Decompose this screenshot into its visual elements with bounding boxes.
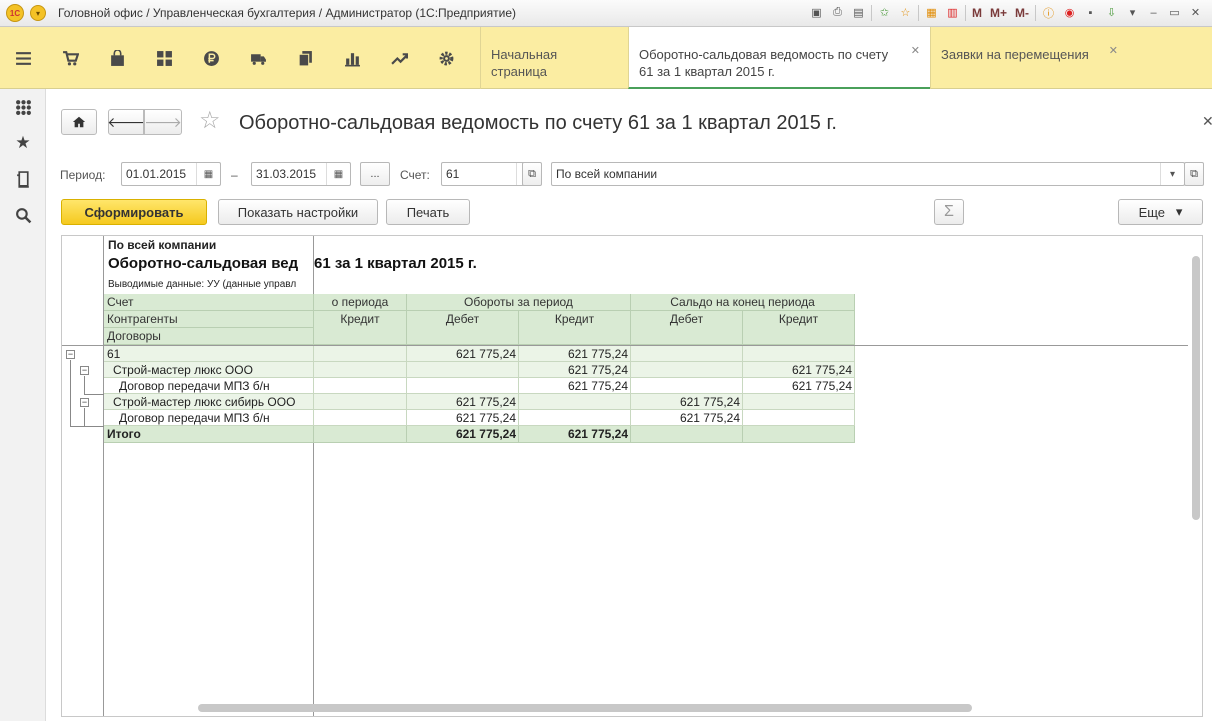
window-title: Головной офис / Управленческая бухгалтер… [58, 6, 517, 20]
header-turnover: Обороты за период [407, 294, 631, 311]
collapse-toggle[interactable]: − [80, 398, 89, 407]
header-turn-credit: Кредит [519, 311, 631, 345]
close-form-icon[interactable]: ✕ [1202, 113, 1212, 130]
record-icon[interactable]: ◉ [1061, 4, 1078, 21]
period-label: Период: [60, 168, 106, 182]
tab-label: Заявки на перемещения [941, 47, 1089, 62]
chevron-down-icon[interactable]: ▾ [1160, 163, 1184, 185]
ruble-icon[interactable] [188, 32, 235, 84]
header-start-period: о периода [314, 294, 407, 311]
horizontal-scrollbar[interactable] [198, 704, 972, 712]
header-contracts: Договоры [104, 328, 314, 345]
report-note: Выводимые данные: УУ (данные управл [108, 279, 297, 290]
sections-panel: Начальная страница Оборотно-сальдовая ве… [0, 27, 1212, 89]
home-button[interactable] [61, 109, 97, 135]
titlebar-tools: ▣ ⎙ ▤ ✩ ☆ ▦ ▥ M M+ M- ⓘ ◉ ▪ ⇩ ▾ – ▭ ✕ [808, 4, 1204, 21]
account-label: Счет: [400, 168, 430, 182]
print-button[interactable]: Печать [386, 199, 470, 225]
save-icon[interactable]: ▣ [808, 4, 825, 21]
apps-grid-icon[interactable] [0, 89, 46, 125]
date-from-field[interactable]: 01.01.2015 ▦ [121, 162, 221, 186]
tab-transfer-requests[interactable]: Заявки на перемещения ✕ [930, 27, 1128, 89]
stop-icon[interactable]: ▪ [1082, 4, 1099, 21]
header-start-credit: Кредит [314, 311, 407, 345]
close-window-icon[interactable]: ✕ [1187, 4, 1204, 21]
favorites-star-icon[interactable]: ★ [0, 125, 46, 161]
tab-close-icon[interactable]: ✕ [1109, 43, 1118, 60]
history-icon[interactable] [0, 161, 46, 197]
header-end-debit: Дебет [631, 311, 743, 345]
tab-label: Оборотно-сальдовая ведомость по счету 61… [639, 47, 889, 79]
period-select-button[interactable]: ... [360, 162, 390, 186]
bar-chart-icon[interactable] [329, 32, 376, 84]
chevron-down-icon: ▾ [1175, 204, 1183, 219]
show-settings-button[interactable]: Показать настройки [218, 199, 378, 225]
memory-button[interactable]: M [970, 4, 984, 21]
header-counterparties: Контрагенты [104, 311, 314, 328]
app-logo-icon[interactable]: 1С [6, 4, 24, 22]
back-button[interactable]: 🡐 [107, 109, 145, 135]
download-icon[interactable]: ⇩ [1103, 4, 1120, 21]
sum-button[interactable]: Σ [934, 199, 964, 225]
report-title: Оборотно-сальдовая вед 61 за 1 квартал 20… [108, 255, 477, 272]
collapse-toggle[interactable]: − [66, 350, 75, 359]
tools-panel: ★ [0, 89, 46, 721]
report-company: По всей компании [108, 238, 217, 252]
trend-icon[interactable] [376, 32, 423, 84]
cart-icon[interactable] [47, 32, 94, 84]
forward-button[interactable]: 🡒 [144, 109, 182, 135]
page-title: Оборотно-сальдовая ведомость по счету 61… [239, 112, 837, 134]
main-content: 🡐 🡒 ☆ Оборотно-сальдовая ведомость по сч… [47, 89, 1212, 721]
total-row-name[interactable]: Итого [104, 426, 314, 443]
table-row-name[interactable]: Договор передачи МПЗ б/н [104, 378, 314, 394]
tab-home[interactable]: Начальная страница [480, 27, 628, 89]
calculator-icon[interactable]: ▦ [923, 4, 940, 21]
calendar-icon[interactable]: ▥ [944, 4, 961, 21]
gear-icon[interactable] [423, 32, 470, 84]
main-menu-icon[interactable]: ▾ [30, 5, 46, 21]
dropdown-icon[interactable]: ▾ [1124, 4, 1141, 21]
info-icon[interactable]: ⓘ [1040, 4, 1057, 21]
window-titlebar: 1С ▾ Головной офис / Управленческая бухг… [0, 0, 1212, 27]
warehouse-icon[interactable] [141, 32, 188, 84]
company-field[interactable]: По всей компании ▾ [551, 162, 1185, 186]
header-end-credit: Кредит [743, 311, 855, 345]
memory-plus-button[interactable]: M+ [988, 4, 1009, 21]
vertical-scrollbar[interactable] [1192, 256, 1200, 520]
search-icon[interactable] [0, 197, 46, 233]
open-account-icon[interactable]: ⧉ [522, 162, 542, 186]
documents-icon[interactable] [282, 32, 329, 84]
table-row-name[interactable]: Строй-мастер люкс сибирь ООО [104, 394, 314, 410]
menu-icon[interactable] [0, 32, 47, 84]
favorites-icon[interactable]: ☆ [897, 4, 914, 21]
collapse-toggle[interactable]: − [80, 366, 89, 375]
shopping-bag-icon[interactable] [94, 32, 141, 84]
table-row-name[interactable]: 61 [104, 346, 314, 362]
tab-close-icon[interactable]: ✕ [911, 43, 920, 60]
report-spreadsheet[interactable]: По всей компании Оборотно-сальдовая вед 6… [61, 235, 1203, 717]
open-company-icon[interactable]: ⧉ [1184, 162, 1204, 186]
minimize-icon[interactable]: – [1145, 4, 1162, 21]
header-account: Счет [104, 294, 314, 311]
calendar-icon[interactable]: ▦ [196, 163, 220, 185]
more-button[interactable]: Еще ▾ [1118, 199, 1203, 225]
truck-icon[interactable] [235, 32, 282, 84]
period-dash: – [231, 168, 238, 182]
memory-minus-button[interactable]: M- [1013, 4, 1031, 21]
maximize-icon[interactable]: ▭ [1166, 4, 1183, 21]
generate-button[interactable]: Сформировать [61, 199, 207, 225]
header-turn-debit: Дебет [407, 311, 519, 345]
table-row-name[interactable]: Договор передачи МПЗ б/н [104, 410, 314, 426]
print-icon[interactable]: ⎙ [829, 4, 846, 21]
tab-label: Начальная страница [491, 47, 558, 79]
tab-report[interactable]: Оборотно-сальдовая ведомость по счету 61… [628, 27, 930, 89]
calendar-icon[interactable]: ▦ [326, 163, 350, 185]
date-to-field[interactable]: 31.03.2015 ▦ [251, 162, 351, 186]
favorite-star-icon[interactable]: ☆ [199, 108, 221, 134]
table-row-name[interactable]: Строй-мастер люкс ООО [104, 362, 314, 378]
favorites-add-icon[interactable]: ✩ [876, 4, 893, 21]
preview-icon[interactable]: ▤ [850, 4, 867, 21]
header-end-balance: Сальдо на конец периода [631, 294, 855, 311]
